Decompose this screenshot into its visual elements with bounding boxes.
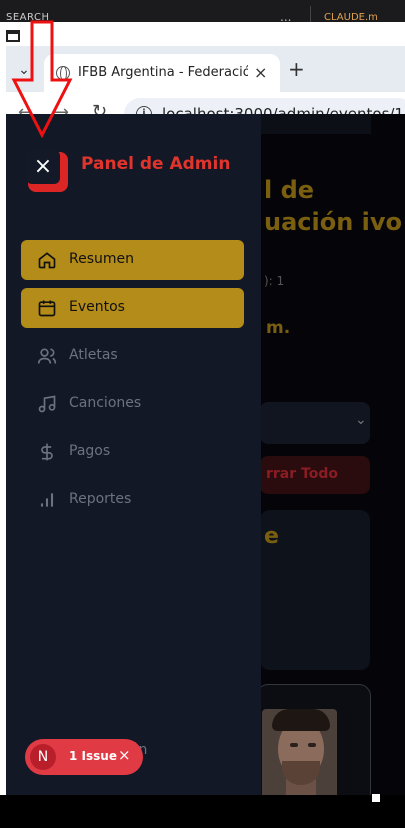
dollar-icon [41,443,53,461]
home-icon [38,252,56,269]
admin-sidebar: × Panel de Admin Resumen Eventos Atletas… [6,114,261,795]
sidebar-item-label: Resumen [69,251,135,267]
background-heading: l de uación ivo [264,176,403,236]
sidebar-item-label: Eventos [69,299,125,315]
background-card: e [260,510,370,670]
background-time: m. [266,318,291,338]
users-icon [37,348,57,364]
sidebar-item-resumen[interactable]: Resumen [21,240,244,280]
sidebar-item-label: Atletas [69,347,118,363]
issues-indicator[interactable]: N 1 Issue × [25,739,143,775]
athlete-card[interactable] [256,684,371,795]
tab-title: IFBB Argentina - Federació [78,65,248,80]
close-issues-button[interactable]: × [118,746,131,764]
tab-close-button[interactable]: × [254,63,267,82]
athlete-photo [262,709,337,795]
sidebar-item-atletas[interactable]: Atletas [21,336,244,376]
sidebar-item-reportes[interactable]: Reportes [21,480,244,520]
sidebar-item-eventos[interactable]: Eventos [21,288,244,328]
sidebar-item-canciones[interactable]: Canciones [21,384,244,424]
chevron-down-icon: ⌄ [355,412,367,428]
sidebar-item-label: Canciones [69,395,142,411]
next-logo-icon: N [30,744,56,770]
close-sidebar-button[interactable]: × [26,150,60,184]
resize-handle[interactable] [372,794,380,802]
background-header [261,114,371,134]
clear-all-button[interactable]: rrar Todo [260,456,370,494]
calendar-icon [38,300,56,317]
background-subtext: ): 1 [264,274,285,288]
sidebar-item-label: Reportes [69,491,132,507]
editor-top-strip: SEARCH ... CLAUDE.m [0,0,405,24]
bar-chart-icon [40,493,54,507]
bottom-bar [0,795,405,828]
clear-all-label: rrar Todo [266,466,338,482]
music-icon [38,395,56,413]
issue-count[interactable]: 1 Issue [69,749,117,763]
new-tab-button[interactable]: + [288,57,305,81]
red-arrow-annotation [11,20,73,139]
page-viewport: l de uación ivo ): 1 m. ⌄ rrar Todo e × [6,114,405,795]
screen: SEARCH ... CLAUDE.m ⌄ IFBB Argentina - F… [0,0,405,828]
background-select[interactable]: ⌄ [260,402,370,444]
sidebar-item-pagos[interactable]: Pagos [21,432,244,472]
divider [310,6,311,22]
sidebar-title: Panel de Admin [81,154,231,174]
background-card-title: e [264,524,279,549]
sidebar-item-label: Pagos [69,443,111,459]
